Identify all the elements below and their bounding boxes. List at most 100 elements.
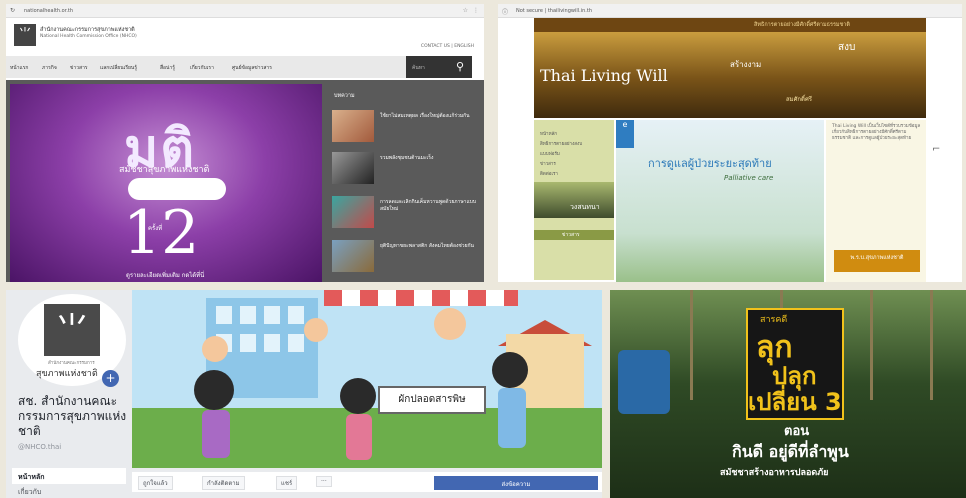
bamboo-post	[870, 290, 873, 400]
send-message-button[interactable]: ส่งข้อความ	[434, 476, 598, 490]
menu-item-home[interactable]: หน้าแรก	[10, 64, 28, 72]
info-text: Thai Living Will เป็นเว็บไซต์ที่รวบรวมข้…	[832, 124, 921, 141]
reload-icon[interactable]: ↻	[10, 7, 15, 14]
top-links[interactable]: CONTACT US | ENGLISH	[421, 44, 474, 49]
sidebar-item[interactable]: ข่าวสาร	[540, 160, 556, 167]
browser-address-bar[interactable]: ↻ nationalhealth.or.th ☆ ⋮	[6, 4, 484, 18]
mouse-cursor-icon: ⌐	[932, 144, 941, 155]
sidebar-item[interactable]: แบบฟอร์ม	[540, 150, 560, 157]
sidebar-item[interactable]: หน้าหลัก	[540, 130, 557, 137]
water-barrel	[618, 350, 670, 414]
cover-character-vendor	[434, 308, 466, 340]
cover-window	[216, 306, 232, 324]
banner-more-link[interactable]: ดูรายละเอียดเพิ่มเติม กดได้ที่นี่	[126, 270, 204, 280]
cover-window	[240, 306, 256, 324]
page-name[interactable]: สช. สำนักงานคณะกรรมการสุขภาพแห่งชาติ	[18, 394, 130, 439]
nav-home[interactable]: หน้าหลัก	[12, 468, 126, 484]
info-icon[interactable]: ⓘ	[502, 7, 508, 16]
sidebar-news-label: ข่าวสาร	[562, 232, 580, 238]
cover-awning	[324, 290, 518, 306]
banner-subtitle: สมัชชาสุขภาพแห่งชาติ	[119, 165, 210, 175]
sidebar-item[interactable]: สิทธิการตายอย่างสงบ	[540, 140, 582, 147]
cover-window	[264, 334, 280, 352]
facebook-page-screenshot: ⺌ สำนักงานคณะกรรมการ สุขภาพแห่งชาติ + สช…	[6, 290, 602, 498]
episode-label: ตอน	[784, 424, 810, 439]
org-name-thai: สำนักงานคณะกรรมการสุขภาพแห่งชาติ	[40, 27, 135, 33]
share-button[interactable]: แชร์	[276, 476, 298, 490]
bookmark-star-icon[interactable]: ☆	[463, 7, 468, 14]
nhco-logo: ⺌	[44, 304, 100, 356]
menu-item-mission[interactable]: ภารกิจ	[42, 64, 57, 72]
org-name-english: National Health Commission Office (NHCO)	[40, 34, 137, 39]
cover-character-boy	[492, 352, 528, 388]
news-item[interactable]: รวมพลังชุมชนต้านมะเร็ง	[332, 152, 480, 184]
more-options-button[interactable]: ···	[316, 476, 332, 487]
browser-address-bar[interactable]: ⓘ Not secure | thailivingwill.in.th	[498, 4, 962, 18]
sidebar-item[interactable]: ติดต่อเรา	[540, 170, 558, 177]
search-icon[interactable]: ⚲	[456, 60, 464, 73]
browser-menu-icon[interactable]: ⋮	[473, 7, 479, 14]
cover-sign: ผักปลอดสารพิษ	[378, 386, 486, 414]
news-title[interactable]: รวมพลังชุมชนต้านมะเร็ง	[380, 155, 478, 162]
avatar-caption-small: สำนักงานคณะกรรมการ	[48, 361, 95, 366]
cover-window	[288, 334, 304, 352]
nhco-logo[interactable]: ⺌	[14, 24, 36, 46]
news-thumbnail[interactable]	[332, 240, 374, 272]
banner-number: 12	[123, 198, 200, 268]
cover-character-woman2	[340, 378, 376, 414]
discussion-button[interactable]: วงสนทนา	[570, 202, 600, 213]
menu-item-about[interactable]: เกี่ยวกับเรา	[190, 64, 214, 72]
header-slogan: สิทธิการตายอย่างมีศักดิ์ศรีตามธรรมชาติ	[754, 22, 850, 28]
cover-character-grandpa	[202, 336, 228, 362]
avatar-caption: สุขภาพแห่งชาติ	[36, 369, 98, 379]
header-word: สมศักดิ์ศรี	[786, 96, 812, 103]
news-title[interactable]: ยุติปัญหาขยะพลาสติก สังคมไทยต้องช่วยกัน	[380, 243, 478, 250]
header-word: สงบ	[838, 42, 856, 53]
news-thumbnail[interactable]	[332, 152, 374, 184]
website-nhco-screenshot: ↻ nationalhealth.or.th ☆ ⋮ ⺌ สำนักงานคณะ…	[6, 4, 484, 282]
add-photo-icon[interactable]: +	[102, 370, 119, 387]
like-button[interactable]: ถูกใจแล้ว	[138, 476, 173, 490]
news-title[interactable]: การลดและเลิกกินเค็มหวานพูดด้วยภาษาแบบสมั…	[380, 199, 478, 213]
news-item[interactable]: ใช้ยาไม่สมเหตุผล เรื่องใหญ่ต้องแก้ร่วมกั…	[332, 110, 480, 142]
health-act-button[interactable]: พ.ร.บ.สุขภาพแห่งชาติ	[834, 250, 920, 272]
cover-character-girl-body	[202, 410, 230, 458]
news-heading: บทความ	[334, 93, 355, 99]
hero-title: การดูแลผู้ป่วยระยะสุดท้าย	[648, 157, 772, 170]
news-title[interactable]: ใช้ยาไม่สมเหตุผล เรื่องใหญ่ต้องแก้ร่วมกั…	[380, 113, 478, 120]
banner-title: มติ	[124, 118, 197, 179]
cover-character-woman2-body	[346, 414, 372, 460]
banner-logo-badge	[128, 178, 226, 200]
bamboo-post	[690, 290, 693, 400]
news-thumbnail[interactable]	[332, 110, 374, 142]
header-strip	[534, 18, 926, 32]
website-thailivingwill-screenshot: ⓘ Not secure | thailivingwill.in.th สิทธ…	[498, 4, 962, 282]
ebook-hero[interactable]	[616, 120, 824, 282]
brand-logo-text[interactable]: Thai Living Will	[540, 66, 668, 85]
episode-subtitle: สมัชชาสร้างอาหารปลอดภัย	[720, 468, 829, 478]
cover-character-boy-body	[498, 388, 526, 448]
cover-window	[240, 334, 256, 352]
menu-item-news[interactable]: ข่าวสาร	[70, 64, 88, 72]
follow-button[interactable]: กำลังติดตาม	[202, 476, 245, 490]
cover-window	[288, 306, 304, 324]
cover-character-woman	[304, 318, 328, 342]
news-item[interactable]: ยุติปัญหาขยะพลาสติก สังคมไทยต้องช่วยกัน	[332, 240, 480, 272]
menu-item-media[interactable]: สื่อน่ารู้	[160, 64, 175, 72]
episode-title: กินดี อยู่ดีที่ลำพูน	[732, 442, 849, 461]
bamboo-post	[930, 290, 933, 400]
page-handle[interactable]: @NHCO.thai	[18, 443, 61, 451]
menu-item-info-center[interactable]: ศูนย์ข้อมูลข่าวสาร	[232, 64, 272, 72]
header-word: สร้างงาม	[730, 60, 762, 69]
search-input[interactable]: ค้นหา ⚲	[406, 56, 472, 78]
url-text[interactable]: nationalhealth.or.th	[24, 8, 73, 14]
news-thumbnail[interactable]	[332, 196, 374, 228]
menu-item-learning[interactable]: แลกเปลี่ยนเรียนรู้	[100, 64, 137, 72]
news-item[interactable]: การลดและเลิกกินเค็มหวานพูดด้วยภาษาแบบสมั…	[332, 196, 480, 228]
search-placeholder: ค้นหา	[412, 65, 425, 71]
ebook-icon: e	[616, 120, 634, 148]
nav-about[interactable]: เกี่ยวกับ	[18, 487, 41, 498]
hero-subtitle: Palliative care	[724, 174, 774, 182]
url-text[interactable]: Not secure | thailivingwill.in.th	[516, 8, 592, 14]
main-menu: หน้าแรก ภารกิจ ข่าวสาร แลกเปลี่ยนเรียนรู…	[6, 56, 406, 78]
